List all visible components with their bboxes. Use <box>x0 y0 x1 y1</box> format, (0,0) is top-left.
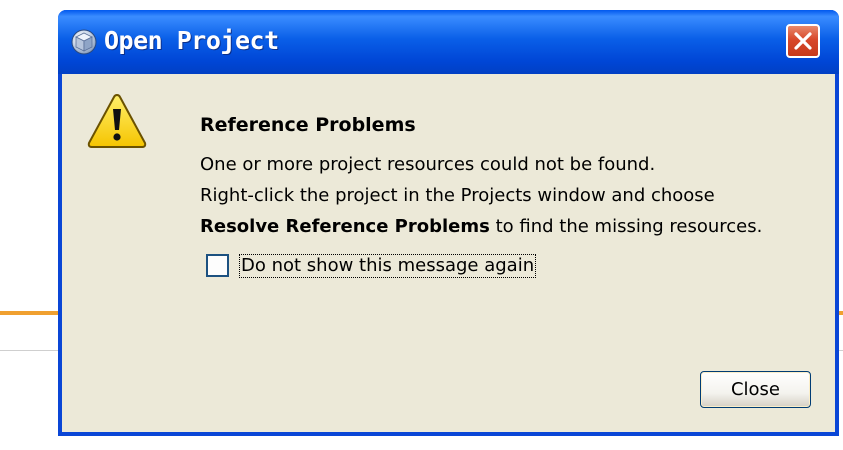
message-line-1: One or more project resources could not … <box>200 154 656 175</box>
title-bar[interactable]: Open Project <box>58 10 839 74</box>
dont-show-again-checkbox[interactable] <box>206 254 229 277</box>
project-cube-icon <box>70 28 98 56</box>
message-line-3-rest: to find the missing resources. <box>489 216 763 237</box>
close-icon <box>794 32 812 50</box>
message-line-3: Resolve Reference Problems to find the m… <box>200 216 762 237</box>
open-project-dialog: Open Project Reference Problems One or m… <box>58 10 839 436</box>
dont-show-again-label[interactable]: Do not show this message again <box>239 254 537 278</box>
dialog-title: Open Project <box>104 26 279 55</box>
resolve-reference-problems-text: Resolve Reference Problems <box>200 216 490 237</box>
close-window-button[interactable] <box>786 24 820 58</box>
message-line-2: Right-click the project in the Projects … <box>200 185 715 206</box>
close-button[interactable]: Close <box>700 371 811 408</box>
warning-icon <box>86 92 148 150</box>
message-heading: Reference Problems <box>200 114 416 136</box>
